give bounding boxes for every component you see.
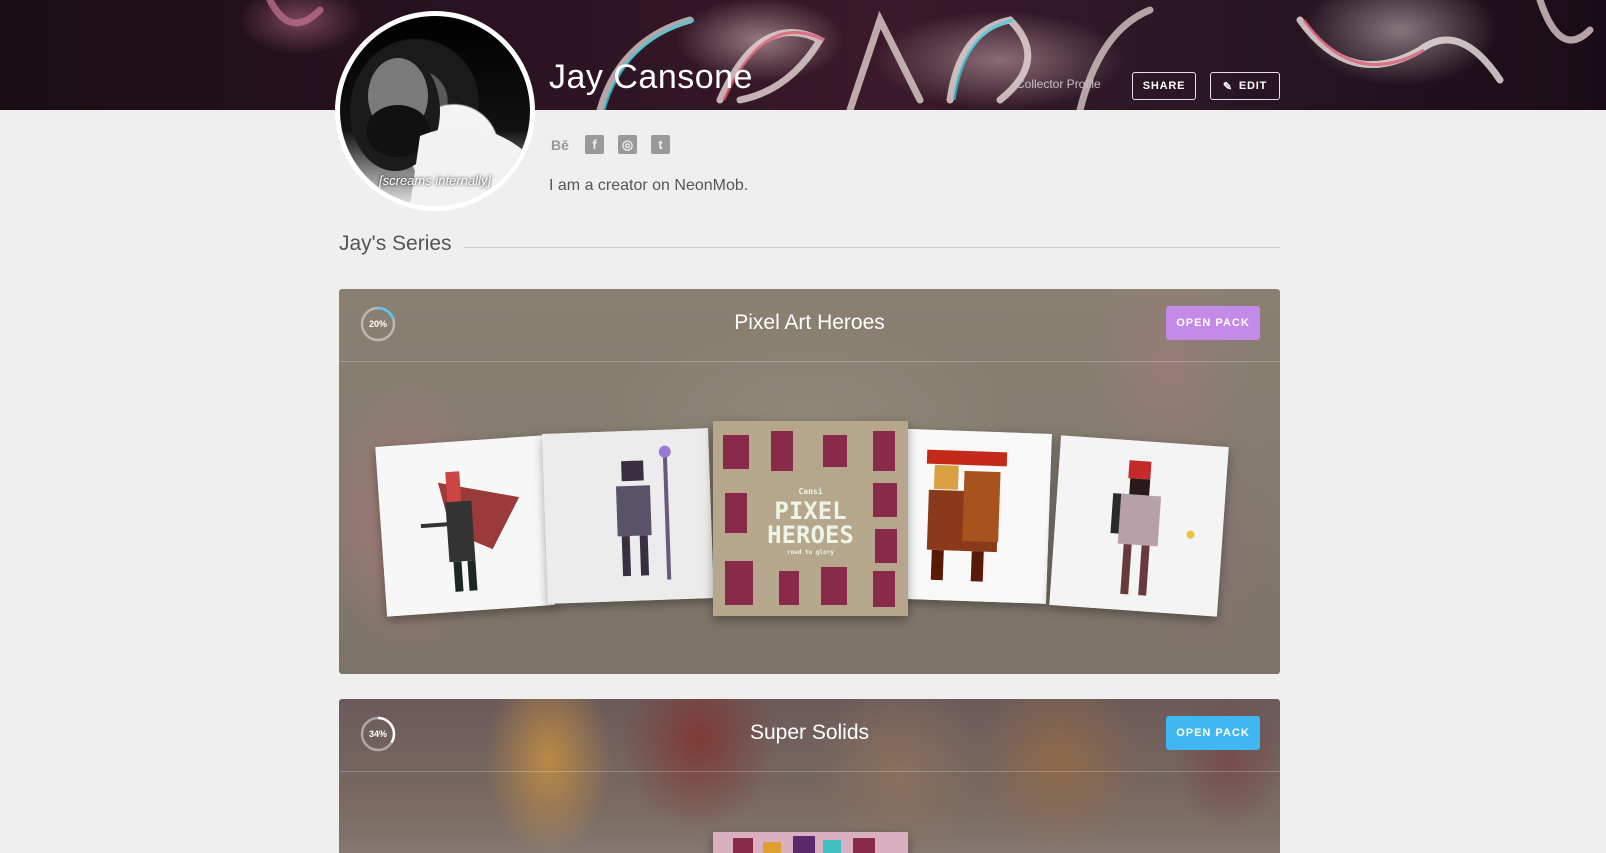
pack-cover-art (713, 832, 908, 853)
instagram-icon[interactable]: ◎ (618, 135, 637, 154)
profile-bio: I am a creator on NeonMob. (549, 177, 749, 194)
open-pack-button[interactable]: OPEN PACK (1166, 716, 1260, 750)
series-card-super-solids[interactable]: 34% Super Solids OPEN PACK (339, 699, 1280, 853)
collector-profile-link[interactable]: Collector Profile (1016, 77, 1101, 91)
card-art (1049, 435, 1229, 617)
pack-logo-line4: road to glory (787, 549, 834, 556)
card-art (542, 428, 714, 604)
card-pixel-hero-knight[interactable] (375, 435, 555, 617)
open-pack-button[interactable]: OPEN PACK (1166, 306, 1260, 340)
edit-button-label: EDIT (1238, 80, 1268, 92)
banner-artwork (266, 0, 1594, 110)
pack-logo-line3: HEROES (767, 521, 854, 549)
behance-icon[interactable]: Bē (549, 135, 571, 154)
profile-name: Jay Cansone (549, 58, 753, 96)
pencil-icon: ✎ (1222, 80, 1233, 93)
pack-cover-super-solids[interactable] (713, 832, 908, 853)
card-art (375, 435, 555, 617)
profile-avatar: [screams internally] (335, 11, 535, 211)
tumblr-icon[interactable]: t (651, 135, 670, 154)
profile-banner (0, 0, 1606, 110)
section-title: Jay's Series (339, 232, 452, 255)
share-button-label: SHARE (1142, 80, 1186, 92)
card-pixel-hero-mage[interactable] (542, 428, 714, 604)
series-title[interactable]: Pixel Art Heroes (339, 311, 1280, 335)
social-links: Bē f ◎ t (549, 135, 670, 154)
pack-logo-line1: Cansi (798, 487, 823, 496)
pack-cover-pixel-heroes[interactable]: Cansi PIXEL HEROES road to glory (713, 421, 908, 616)
share-button[interactable]: SHARE (1132, 72, 1196, 100)
avatar-caption: [screams internally] (379, 173, 491, 188)
series-header: 34% Super Solids OPEN PACK (339, 699, 1280, 772)
series-header: 20% Pixel Art Heroes OPEN PACK (339, 289, 1280, 362)
series-card-pixel-art-heroes[interactable]: 20% Pixel Art Heroes OPEN PACK Cansi PIX… (339, 289, 1280, 674)
section-divider (464, 247, 1280, 248)
card-pixel-hero-punk[interactable] (1049, 435, 1229, 617)
facebook-icon[interactable]: f (585, 135, 604, 154)
series-title[interactable]: Super Solids (339, 721, 1280, 745)
avatar-photo: [screams internally] (340, 16, 530, 206)
edit-button[interactable]: ✎ EDIT (1210, 72, 1280, 100)
